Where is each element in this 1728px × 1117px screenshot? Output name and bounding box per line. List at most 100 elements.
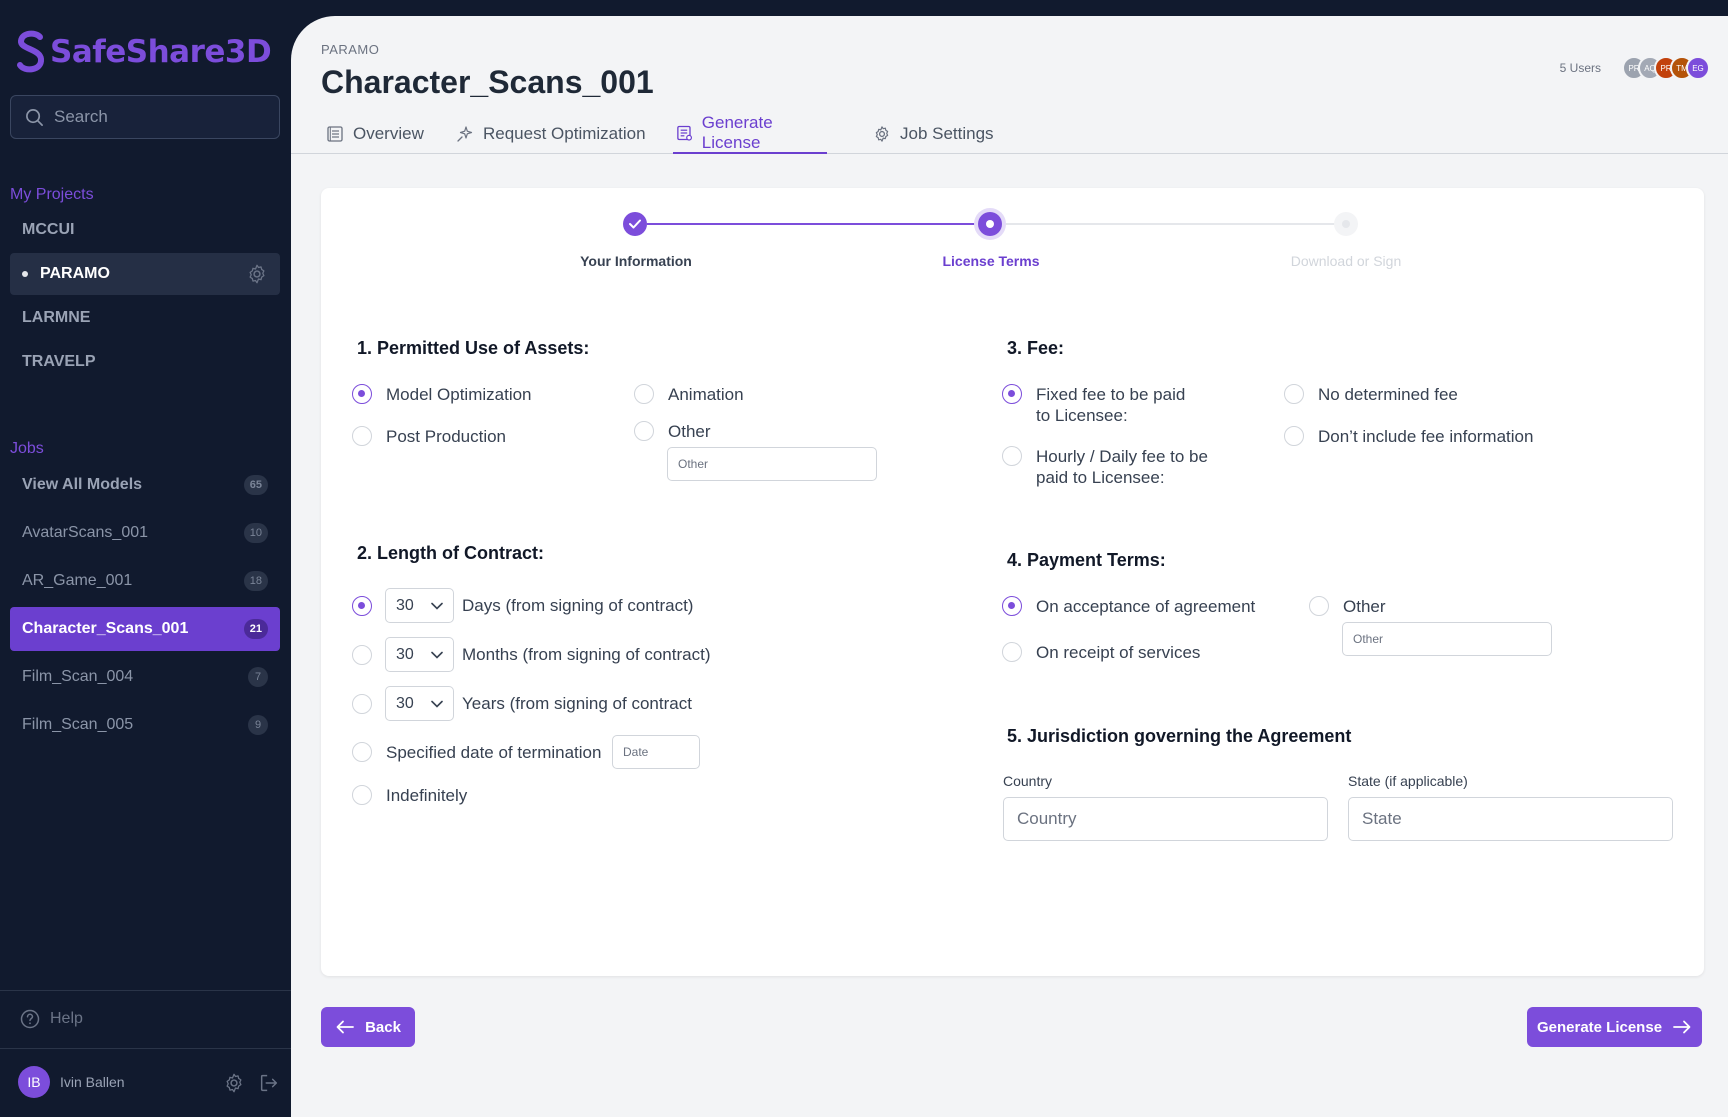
button-label: Generate License	[1536, 1018, 1663, 1036]
radio-button[interactable]	[1284, 426, 1304, 446]
option-model-optimization[interactable]: Model Optimization	[352, 384, 532, 405]
radio-button[interactable]	[352, 384, 372, 404]
option-specified-date[interactable]: Specified date of termination	[352, 742, 601, 763]
step-label-download-or-sign: Download or Sign	[1290, 253, 1402, 269]
app-logo[interactable]: SafeShare3D	[14, 28, 272, 76]
months-select[interactable]: 30	[385, 637, 454, 672]
job-count-badge: 65	[243, 475, 268, 495]
option-indefinitely[interactable]: Indefinitely	[352, 785, 467, 806]
tab-bar: Overview Request Optimization Generate L…	[291, 113, 1728, 154]
option-hourly-fee[interactable]: Hourly / Daily fee to be paid to Licensee…	[1002, 446, 1208, 488]
logout-icon[interactable]	[258, 1072, 280, 1094]
job-count-badge: 10	[243, 523, 268, 543]
user-profile[interactable]: IB Ivin Ballen	[18, 1066, 125, 1098]
step-label-your-information[interactable]: Your Information	[516, 253, 756, 269]
project-item-paramo[interactable]: PARAMO	[10, 253, 280, 295]
job-item-film-scan-004[interactable]: Film_Scan_004 7	[10, 655, 280, 699]
job-label: View All Models	[22, 476, 143, 493]
option-label-line: to Licensee:	[1036, 406, 1128, 425]
option-label: Hourly / Daily fee to be paid to Licensee…	[1036, 446, 1208, 488]
projects-section-title: My Projects	[10, 186, 94, 203]
job-label: Film_Scan_005	[22, 716, 134, 733]
option-animation[interactable]: Animation	[634, 384, 744, 405]
option-days[interactable]	[352, 596, 386, 616]
generate-license-button[interactable]: Generate License	[1527, 1007, 1702, 1047]
tab-request-optimization[interactable]: Request Optimization	[456, 114, 646, 154]
option-months[interactable]	[352, 645, 386, 665]
chevron-down-icon	[431, 700, 443, 708]
option-on-receipt[interactable]: On receipt of services	[1002, 642, 1200, 663]
option-years[interactable]	[352, 694, 386, 714]
back-button[interactable]: Back	[321, 1007, 415, 1047]
job-item-view-all[interactable]: View All Models 65	[10, 463, 280, 507]
option-other-use[interactable]: Other	[634, 421, 711, 442]
radio-button[interactable]	[1309, 596, 1329, 616]
step-2-current-icon	[978, 212, 1002, 236]
radio-button[interactable]	[1002, 642, 1022, 662]
search-placeholder: Search	[54, 107, 108, 126]
tab-job-settings[interactable]: Job Settings	[873, 114, 994, 154]
license-icon	[677, 125, 693, 141]
radio-button[interactable]	[1002, 446, 1022, 466]
country-field-label: Country	[1003, 773, 1053, 789]
avatar[interactable]: EG	[1686, 56, 1710, 80]
radio-button[interactable]	[352, 785, 372, 805]
select-value: 30	[396, 694, 414, 712]
radio-button[interactable]	[352, 645, 372, 665]
job-label: Film_Scan_004	[22, 668, 134, 685]
option-label: On acceptance of agreement	[1036, 597, 1256, 616]
option-on-acceptance[interactable]: On acceptance of agreement	[1002, 596, 1255, 617]
project-item-mccui[interactable]: MCCUI	[10, 209, 280, 251]
other-use-input[interactable]: Other	[667, 447, 877, 481]
radio-button[interactable]	[352, 426, 372, 446]
tab-overview[interactable]: Overview	[326, 114, 424, 154]
search-input[interactable]: Search	[10, 95, 280, 139]
option-label: Fixed fee to be paid to Licensee:	[1036, 384, 1185, 426]
option-fixed-fee[interactable]: Fixed fee to be paid to Licensee:	[1002, 384, 1185, 426]
project-item-larmne[interactable]: LARMNE	[10, 297, 280, 339]
option-payment-other[interactable]: Other	[1309, 596, 1386, 617]
radio-button[interactable]	[352, 596, 372, 616]
active-dot	[22, 271, 28, 277]
option-no-determined-fee[interactable]: No determined fee	[1284, 384, 1458, 405]
job-item-avatarscans[interactable]: AvatarScans_001 10	[10, 511, 280, 555]
termination-date-input[interactable]: Date	[612, 735, 700, 769]
radio-button[interactable]	[634, 421, 654, 441]
page-title: Character_Scans_001	[321, 64, 654, 100]
state-input[interactable]: State	[1348, 797, 1673, 841]
breadcrumb[interactable]: PARAMO	[321, 42, 379, 57]
job-label: AR_Game_001	[22, 572, 133, 589]
radio-button[interactable]	[1284, 384, 1304, 404]
button-label: Back	[365, 1018, 401, 1036]
option-label: Don’t include fee information	[1318, 427, 1534, 446]
tab-label: Request Optimization	[483, 124, 646, 143]
country-input[interactable]: Country	[1003, 797, 1328, 841]
option-dont-include-fee[interactable]: Don’t include fee information	[1284, 426, 1533, 447]
option-label: Other	[668, 422, 711, 441]
help-link[interactable]: Help	[20, 1009, 83, 1029]
radio-button[interactable]	[1002, 596, 1022, 616]
stepper-line-upcoming	[991, 223, 1336, 225]
job-item-ar-game[interactable]: AR_Game_001 18	[10, 559, 280, 603]
job-item-film-scan-005[interactable]: Film_Scan_005 9	[10, 703, 280, 747]
radio-button[interactable]	[352, 694, 372, 714]
job-item-character-scans[interactable]: Character_Scans_001 21	[10, 607, 280, 651]
radio-button[interactable]	[352, 742, 372, 762]
sidebar: SafeShare3D Search My Projects MCCUI PAR…	[0, 0, 291, 1117]
project-label: LARMNE	[22, 309, 91, 326]
days-select[interactable]: 30	[385, 588, 454, 623]
user-settings-gear-icon[interactable]	[223, 1072, 245, 1094]
radio-button[interactable]	[634, 384, 654, 404]
payment-other-input[interactable]: Other	[1342, 622, 1552, 656]
project-settings-gear-icon[interactable]	[246, 263, 268, 285]
option-post-production[interactable]: Post Production	[352, 426, 506, 447]
step-label-license-terms[interactable]: License Terms	[871, 253, 1111, 269]
user-avatars[interactable]: PR AQ PR TM EG	[1622, 56, 1710, 80]
radio-button[interactable]	[1002, 384, 1022, 404]
project-item-travelp[interactable]: TRAVELP	[10, 341, 280, 383]
tab-generate-license[interactable]: Generate License	[673, 113, 827, 154]
years-select[interactable]: 30	[385, 686, 454, 721]
question-jurisdiction-title: 5. Jurisdiction governing the Agreement	[1007, 726, 1352, 746]
checkmark-icon	[629, 219, 641, 229]
option-label: Model Optimization	[386, 385, 532, 404]
